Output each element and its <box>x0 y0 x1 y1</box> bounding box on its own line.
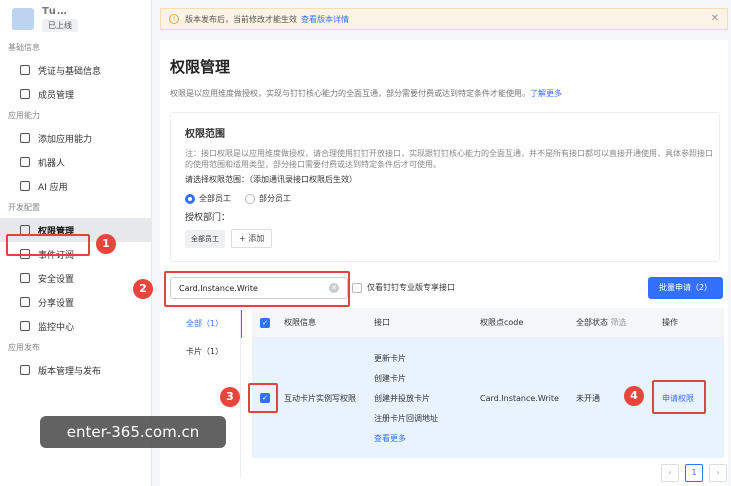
banner-text: 版本发布后，当前修改才能生效 <box>185 14 297 24</box>
sidebar-item-monitor[interactable]: 监控中心 <box>0 314 151 338</box>
row-code: Card.Instance.Write <box>480 393 559 403</box>
app-logo <box>12 8 34 30</box>
sidebar-item-robot[interactable]: 机器人 <box>0 150 151 174</box>
highlight-search <box>164 271 350 307</box>
ai-icon <box>20 181 30 191</box>
close-icon[interactable]: ✕ <box>711 13 719 24</box>
row-permission-name: 互动卡片实例写权限 <box>284 393 356 403</box>
user-icon <box>20 89 30 99</box>
sidebar-item-security[interactable]: 安全设置 <box>0 266 151 290</box>
add-dept-button[interactable]: + 添加 <box>231 229 273 248</box>
scope-select-prompt: 请选择权限范围：（添加通讯录接口权限后生效） <box>185 175 357 184</box>
sidebar-item-members[interactable]: 成员管理 <box>0 82 151 106</box>
col-action: 操作 <box>662 318 678 327</box>
tab-card[interactable]: 卡片（1） <box>170 338 242 366</box>
interface-item[interactable]: 创建卡片 <box>374 373 480 384</box>
radio-checked-icon <box>185 193 195 204</box>
view-more-link[interactable]: 查看更多 <box>374 433 480 444</box>
divider <box>240 308 241 478</box>
permission-scope-card: 权限范围 注：接口权限是以应用维度做授权，请合理使用钉钉开放接口，实现跟钉钉核心… <box>170 112 720 262</box>
table-header: ✓ 权限信息 接口 权限点code 全部状态 筛选 操作 <box>252 308 724 338</box>
grid-icon <box>20 133 30 143</box>
step-badge-3: 3 <box>220 387 240 407</box>
col-permission-info: 权限信息 <box>284 318 316 327</box>
page-number[interactable]: 1 <box>685 464 703 482</box>
col-interface: 接口 <box>374 318 390 327</box>
row-status: 未开通 <box>576 393 600 403</box>
shield-icon <box>20 273 30 283</box>
section-publish: 应用发布 <box>8 343 40 352</box>
tab-all[interactable]: 全部（1） <box>170 310 242 338</box>
highlight-row-checkbox <box>248 383 278 413</box>
radio-part-staff[interactable]: 部分员工 <box>245 193 291 204</box>
banner-link[interactable]: 查看版本详情 <box>301 14 349 25</box>
learn-more-link[interactable]: 了解更多 <box>530 89 562 98</box>
prev-page-icon[interactable]: ‹ <box>661 464 679 482</box>
app-name: Tu… <box>42 6 68 17</box>
share-icon <box>20 297 30 307</box>
version-banner: ! 版本发布后，当前修改才能生效 查看版本详情 ✕ <box>160 8 728 30</box>
checkbox-unchecked-icon <box>352 282 362 293</box>
dept-tag: 全部员工 <box>185 229 225 248</box>
section-basic: 基础信息 <box>8 43 40 52</box>
batch-apply-button[interactable]: 批量申请（2） <box>648 277 723 299</box>
step-badge-4: 4 <box>624 386 644 406</box>
scope-title: 权限范围 <box>185 129 225 140</box>
page-title: 权限管理 <box>170 58 231 76</box>
interface-item[interactable]: 注册卡片回调地址 <box>374 413 480 424</box>
pagination: ‹ 1 › <box>655 464 727 482</box>
interface-item[interactable]: 更新卡片 <box>374 353 480 364</box>
sidebar-item-ai-app[interactable]: AI 应用 <box>0 174 151 198</box>
section-abilities: 应用能力 <box>8 111 40 120</box>
version-icon <box>20 365 30 375</box>
interface-item[interactable]: 创建并投放卡片 <box>374 393 480 404</box>
section-dev: 开发配置 <box>8 203 40 212</box>
col-code: 权限点code <box>480 318 524 327</box>
watermark: enter-365.com.cn <box>40 416 226 448</box>
step-badge-1: 1 <box>96 234 116 254</box>
app-header: Tu… 已上线 <box>0 0 151 38</box>
filter-label[interactable]: 筛选 <box>611 318 627 327</box>
scope-note: 注：接口权限是以应用维度做授权，请合理使用钉钉开放接口，实现跟钉钉核心能力的全面… <box>185 149 713 169</box>
radio-all-staff[interactable]: 全部员工 <box>185 193 231 204</box>
select-all-checkbox[interactable]: ✓ <box>260 317 270 328</box>
robot-icon <box>20 157 30 167</box>
shield-icon <box>20 65 30 75</box>
main-panel: 权限管理 权限是以应用维度做授权，实现与钉钉核心能力的全面互通，部分需要付费或达… <box>160 40 728 486</box>
warning-icon: ! <box>169 14 179 24</box>
next-page-icon[interactable]: › <box>709 464 727 482</box>
app-status-badge: 已上线 <box>42 19 78 32</box>
sidebar-item-credentials[interactable]: 凭证与基础信息 <box>0 58 151 82</box>
page-description: 权限是以应用维度做授权，实现与钉钉核心能力的全面互通，部分需要付费或达到特定条件… <box>170 89 562 98</box>
monitor-icon <box>20 321 30 331</box>
dept-label: 授权部门： <box>185 213 231 223</box>
pro-only-filter[interactable]: 仅看钉钉专业版专享接口 <box>352 282 455 293</box>
radio-unchecked-icon <box>245 193 255 204</box>
category-tabs: 全部（1） 卡片（1） <box>170 310 242 366</box>
sidebar-item-add-ability[interactable]: 添加应用能力 <box>0 126 151 150</box>
highlight-permissions-nav <box>6 234 90 256</box>
sidebar-item-share[interactable]: 分享设置 <box>0 290 151 314</box>
step-badge-2: 2 <box>133 279 153 299</box>
highlight-apply-link <box>652 380 706 414</box>
col-status: 全部状态 筛选 <box>576 318 627 327</box>
sidebar-item-versions[interactable]: 版本管理与发布 <box>0 358 151 382</box>
